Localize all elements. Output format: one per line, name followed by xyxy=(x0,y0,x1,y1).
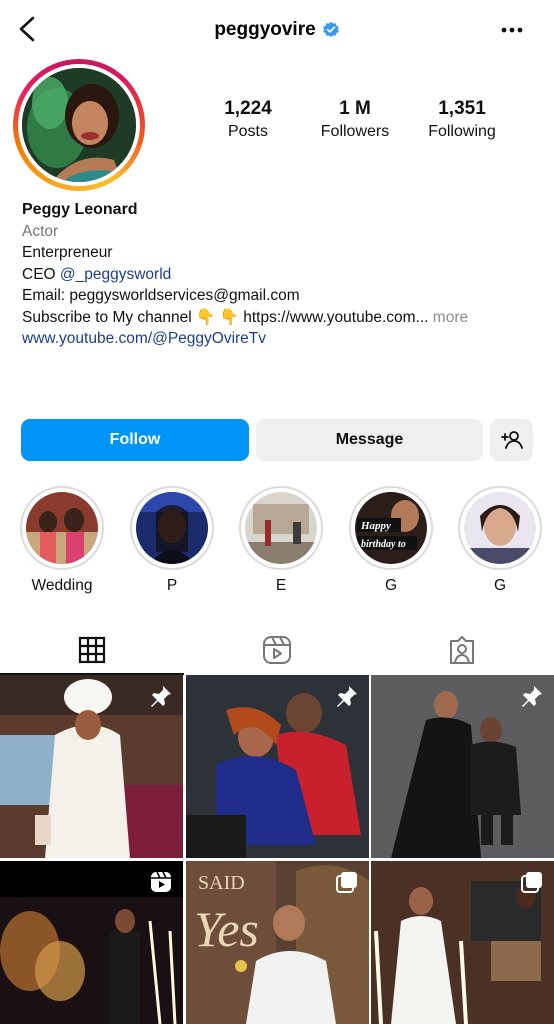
highlight-cover: Happy birthday to xyxy=(355,492,427,564)
post-thumbnail[interactable] xyxy=(0,861,183,1024)
highlight-g[interactable]: G xyxy=(458,486,542,595)
posts-stat[interactable]: 1,224 Posts xyxy=(195,98,301,141)
highlight-p[interactable]: P xyxy=(130,486,214,595)
story-highlights: Wedding P E Happy birthday to G G xyxy=(20,486,554,601)
tab-posts-grid[interactable] xyxy=(0,625,184,675)
verified-badge-icon xyxy=(322,21,339,38)
carousel-icon xyxy=(521,872,542,893)
highlight-overlay-text: Happy xyxy=(360,520,391,532)
highlight-label: P xyxy=(166,577,178,594)
reels-icon xyxy=(263,636,291,664)
followers-count: 1 M xyxy=(339,98,371,119)
highlight-cover xyxy=(464,492,536,564)
profile-actions: Follow Message xyxy=(21,419,533,461)
username: peggyovire xyxy=(214,19,316,40)
more-link[interactable]: more xyxy=(433,309,468,326)
carousel-icon xyxy=(336,872,357,893)
pin-icon xyxy=(337,686,357,707)
website-link[interactable]: www.youtube.com/@PeggyOvireTv xyxy=(22,328,542,350)
suggested-users-button[interactable] xyxy=(490,419,533,461)
followers-label: Followers xyxy=(320,123,390,140)
more-dots-icon xyxy=(501,27,523,33)
tab-tagged[interactable] xyxy=(370,625,554,675)
highlight-cover xyxy=(26,492,98,564)
highlight-e[interactable]: E xyxy=(239,486,323,595)
highlight-label: G xyxy=(493,577,507,594)
post-thumbnail[interactable] xyxy=(0,675,183,858)
top-bar: peggyovire xyxy=(0,0,554,62)
bio-ceo-text: CEO xyxy=(22,265,60,283)
display-name: Peggy Leonard xyxy=(22,201,138,218)
category-label: Actor xyxy=(22,222,59,240)
profile-stats: 1,224 Posts 1 M Followers 1,351 Followin… xyxy=(195,98,535,141)
tagged-icon xyxy=(450,636,474,664)
follow-button[interactable]: Follow xyxy=(21,419,249,461)
bio-line: Enterpreneur xyxy=(22,244,113,261)
post-thumbnail[interactable] xyxy=(371,675,554,858)
bio-line-subscribe: Subscribe to My channel 👇 👇 https://www.… xyxy=(22,307,542,329)
highlight-wedding[interactable]: Wedding xyxy=(20,486,104,595)
svg-text:Yes: Yes xyxy=(194,901,259,957)
pin-icon xyxy=(151,686,171,707)
highlight-label: Wedding xyxy=(31,577,93,594)
tab-reels[interactable] xyxy=(185,625,369,675)
bio-email: Email: peggysworldservices@gmail.com xyxy=(22,287,300,304)
svg-text:SAID: SAID xyxy=(198,872,245,894)
profile-bio: Peggy Leonard Actor Enterpreneur CEO @_p… xyxy=(22,199,542,350)
followers-stat[interactable]: 1 M Followers xyxy=(301,98,409,141)
svg-text:birthday to: birthday to xyxy=(361,539,406,550)
highlight-label: E xyxy=(275,577,287,594)
pin-icon xyxy=(522,686,542,707)
grid-icon xyxy=(78,636,106,664)
profile-username-header: peggyovire xyxy=(0,19,554,41)
posts-count: 1,224 xyxy=(224,98,272,119)
profile-tabs xyxy=(0,625,554,675)
post-thumbnail[interactable]: SAID Yes xyxy=(186,861,369,1024)
more-options-button[interactable] xyxy=(500,22,524,38)
posts-label: Posts xyxy=(227,123,268,140)
following-stat[interactable]: 1,351 Following xyxy=(409,98,515,141)
following-label: Following xyxy=(428,123,496,140)
posts-grid: SAID Yes xyxy=(0,675,554,1024)
highlight-label: G xyxy=(384,577,398,594)
message-button[interactable]: Message xyxy=(256,419,483,461)
following-count: 1,351 xyxy=(438,98,486,119)
profile-avatar xyxy=(22,68,136,182)
bio-subscribe-text: Subscribe to My channel 👇 👇 https://www.… xyxy=(22,308,429,326)
mention-link[interactable]: @_peggysworld xyxy=(60,266,171,283)
post-thumbnail[interactable] xyxy=(186,675,369,858)
add-user-icon xyxy=(500,431,523,449)
highlight-g-birthday[interactable]: Happy birthday to G xyxy=(349,486,433,595)
bio-line-ceo: CEO @_peggysworld xyxy=(22,264,542,286)
story-ring[interactable] xyxy=(13,59,145,191)
highlight-cover xyxy=(136,492,208,564)
reels-icon xyxy=(151,871,171,892)
post-thumbnail[interactable] xyxy=(371,861,554,1024)
highlight-cover xyxy=(245,492,317,564)
